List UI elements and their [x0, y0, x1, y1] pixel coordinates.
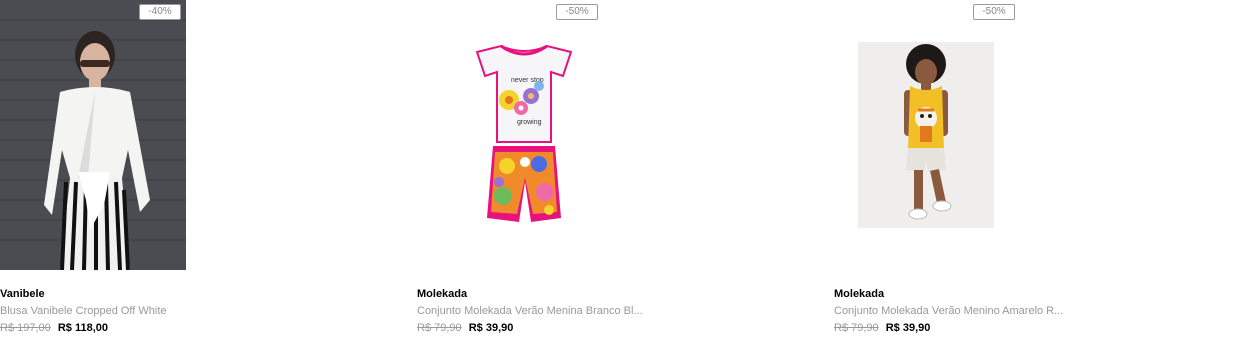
product-image-area[interactable]: never stop growing -50% — [417, 0, 834, 272]
product-title[interactable]: Conjunto Molekada Verão Menino Amarelo R… — [834, 304, 1234, 318]
product-info: Vanibele Blusa Vanibele Cropped Off Whit… — [0, 287, 400, 335]
product-image-area[interactable]: -50% — [834, 0, 1250, 272]
product-photo[interactable] — [858, 42, 994, 228]
product-brand[interactable]: Vanibele — [0, 287, 400, 301]
product-title[interactable]: Conjunto Molekada Verão Menina Branco Bl… — [417, 304, 817, 318]
sale-price: R$ 39,90 — [885, 322, 931, 334]
product-info: Molekada Conjunto Molekada Verão Menina … — [417, 287, 817, 335]
sale-price: R$ 39,90 — [468, 322, 514, 334]
product-photo[interactable]: never stop growing — [459, 42, 589, 232]
discount-badge: -50% — [556, 4, 598, 20]
product-info: Molekada Conjunto Molekada Verão Menino … — [834, 287, 1234, 335]
product-card[interactable]: -50% Molekada Conjunto Molekada Verão Me… — [834, 0, 1250, 348]
old-price: R$ 79,90 — [417, 322, 462, 334]
svg-text:growing: growing — [517, 119, 542, 126]
price-row: R$ 79,90 R$ 39,90 — [417, 321, 817, 335]
price-row: R$ 79,90 R$ 39,90 — [834, 321, 1234, 335]
price-row: R$ 197,00 R$ 118,00 — [0, 321, 400, 335]
product-card[interactable]: -40% Vanibele Blusa Vanibele Cropped Off… — [0, 0, 417, 348]
old-price: R$ 197,00 — [0, 322, 51, 334]
product-photo[interactable] — [0, 0, 186, 270]
sale-price: R$ 118,00 — [57, 322, 108, 334]
product-grid: -40% Vanibele Blusa Vanibele Cropped Off… — [0, 0, 1250, 348]
product-image-area[interactable]: -40% — [0, 0, 417, 272]
product-title[interactable]: Blusa Vanibele Cropped Off White — [0, 304, 400, 318]
product-card[interactable]: never stop growing -50% Molekada Conjunt… — [417, 0, 834, 348]
old-price: R$ 79,90 — [834, 322, 879, 334]
discount-badge: -40% — [139, 4, 181, 20]
product-brand[interactable]: Molekada — [417, 287, 817, 301]
product-brand[interactable]: Molekada — [834, 287, 1234, 301]
discount-badge: -50% — [973, 4, 1015, 20]
